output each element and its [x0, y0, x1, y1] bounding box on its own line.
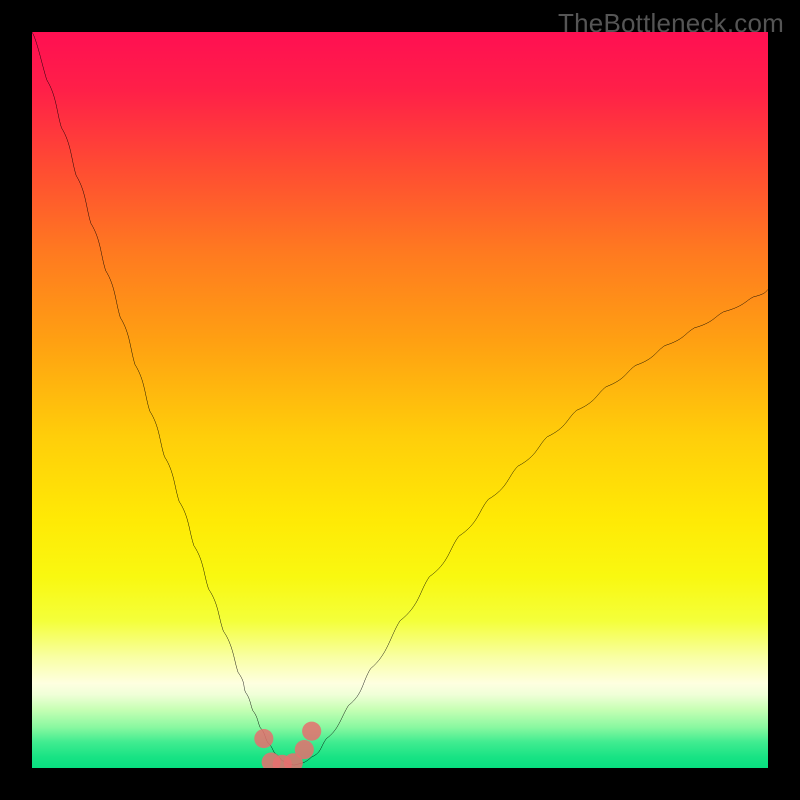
curve-marker [302, 722, 321, 741]
bottleneck-curve [32, 32, 768, 765]
marker-group [254, 722, 321, 768]
chart-frame: TheBottleneck.com [0, 0, 800, 800]
curve-marker [254, 729, 273, 748]
curve-marker [295, 740, 314, 759]
curve-layer [32, 32, 768, 768]
plot-area [32, 32, 768, 768]
